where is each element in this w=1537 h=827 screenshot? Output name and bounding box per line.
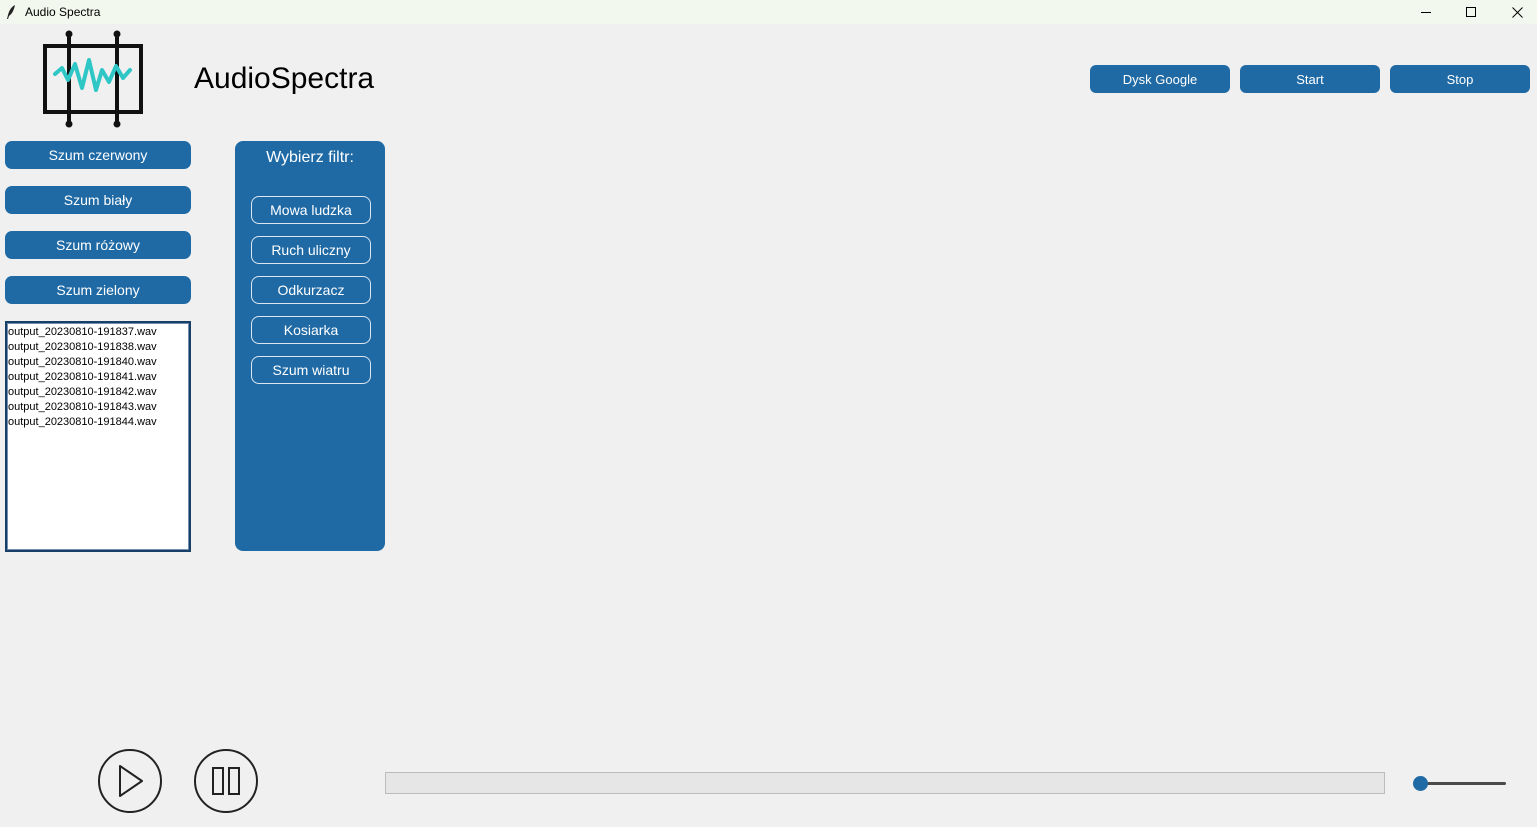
filter-street-traffic-button[interactable]: Ruch uliczny	[251, 236, 371, 264]
window-title: Audio Spectra	[25, 5, 101, 19]
window-titlebar: Audio Spectra	[0, 0, 1537, 24]
app-title: AudioSpectra	[194, 62, 375, 95]
filter-lawnmower-button[interactable]: Kosiarka	[251, 316, 371, 344]
list-item[interactable]: output_20230810-191838.wav	[8, 340, 188, 355]
filter-vacuum-cleaner-button[interactable]: Odkurzacz	[251, 276, 371, 304]
maximize-button[interactable]	[1448, 0, 1494, 24]
filter-panel: Wybierz filtr: Mowa ludzka Ruch uliczny …	[235, 141, 385, 551]
close-icon	[1511, 6, 1523, 18]
white-noise-button[interactable]: Szum biały	[5, 186, 191, 214]
list-item[interactable]: output_20230810-191842.wav	[8, 385, 188, 400]
pink-noise-button[interactable]: Szum różowy	[5, 231, 191, 259]
start-button[interactable]: Start	[1240, 65, 1380, 93]
red-noise-button[interactable]: Szum czerwony	[5, 141, 191, 169]
google-drive-button[interactable]: Dysk Google	[1090, 65, 1230, 93]
pause-button[interactable]	[194, 749, 258, 813]
list-item[interactable]: output_20230810-191837.wav	[8, 325, 188, 340]
play-icon	[119, 765, 143, 797]
volume-slider-track	[1419, 782, 1506, 785]
minimize-icon	[1420, 11, 1431, 13]
filter-human-speech-button[interactable]: Mowa ludzka	[251, 196, 371, 224]
pause-icon	[212, 767, 240, 795]
list-item[interactable]: output_20230810-191841.wav	[8, 370, 188, 385]
volume-slider[interactable]	[1413, 773, 1509, 793]
volume-slider-thumb[interactable]	[1413, 776, 1428, 791]
recordings-listbox[interactable]: output_20230810-191837.wav output_202308…	[5, 321, 191, 552]
audio-waveform-logo-icon	[43, 30, 143, 128]
close-button[interactable]	[1494, 0, 1537, 24]
minimize-button[interactable]	[1403, 0, 1449, 24]
feather-icon	[7, 5, 15, 19]
stop-button[interactable]: Stop	[1390, 65, 1530, 93]
list-item[interactable]: output_20230810-191840.wav	[8, 355, 188, 370]
maximize-icon	[1465, 6, 1476, 17]
filter-wind-noise-button[interactable]: Szum wiatru	[251, 356, 371, 384]
filter-panel-title: Wybierz filtr:	[266, 149, 354, 166]
play-button[interactable]	[98, 749, 162, 813]
list-item[interactable]: output_20230810-191844.wav	[8, 415, 188, 430]
playback-progress-bar[interactable]	[385, 772, 1385, 794]
green-noise-button[interactable]: Szum zielony	[5, 276, 191, 304]
list-item[interactable]: output_20230810-191843.wav	[8, 400, 188, 415]
